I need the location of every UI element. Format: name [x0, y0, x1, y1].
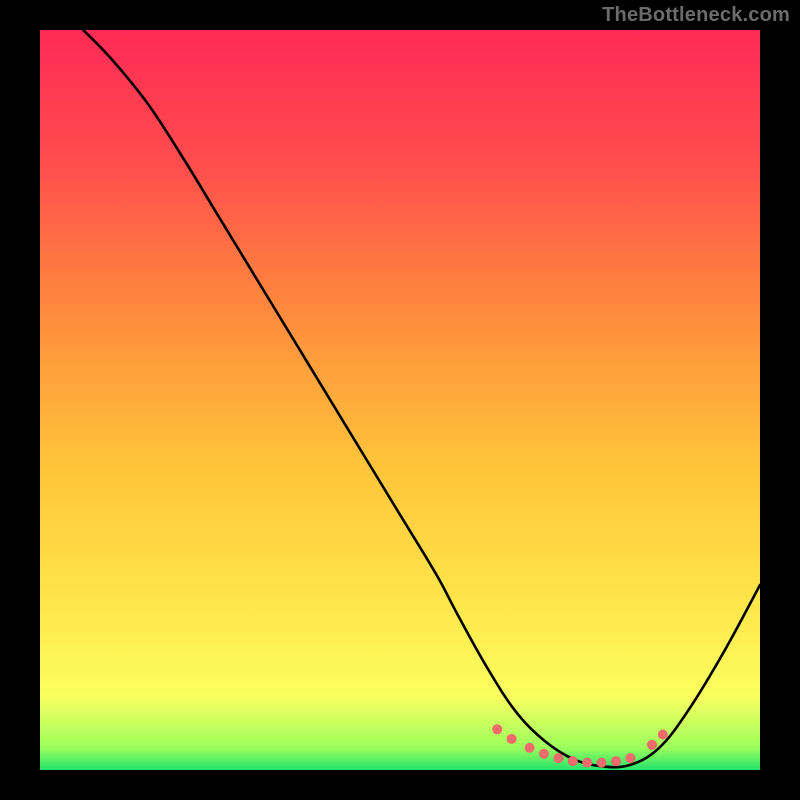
marker-dot	[539, 749, 549, 759]
chart-svg	[40, 30, 760, 770]
gradient-background	[40, 30, 760, 770]
marker-dot	[597, 758, 607, 768]
marker-dot	[647, 740, 657, 750]
plot-area	[40, 30, 760, 770]
marker-dot	[658, 729, 668, 739]
marker-dot	[582, 758, 592, 768]
marker-dot	[553, 753, 563, 763]
marker-dot	[625, 753, 635, 763]
marker-dot	[492, 724, 502, 734]
marker-dot	[568, 756, 578, 766]
watermark-text: TheBottleneck.com	[602, 4, 790, 27]
marker-dot	[611, 756, 621, 766]
marker-dot	[525, 743, 535, 753]
marker-dot	[507, 734, 517, 744]
chart-container: TheBottleneck.com	[0, 0, 800, 800]
